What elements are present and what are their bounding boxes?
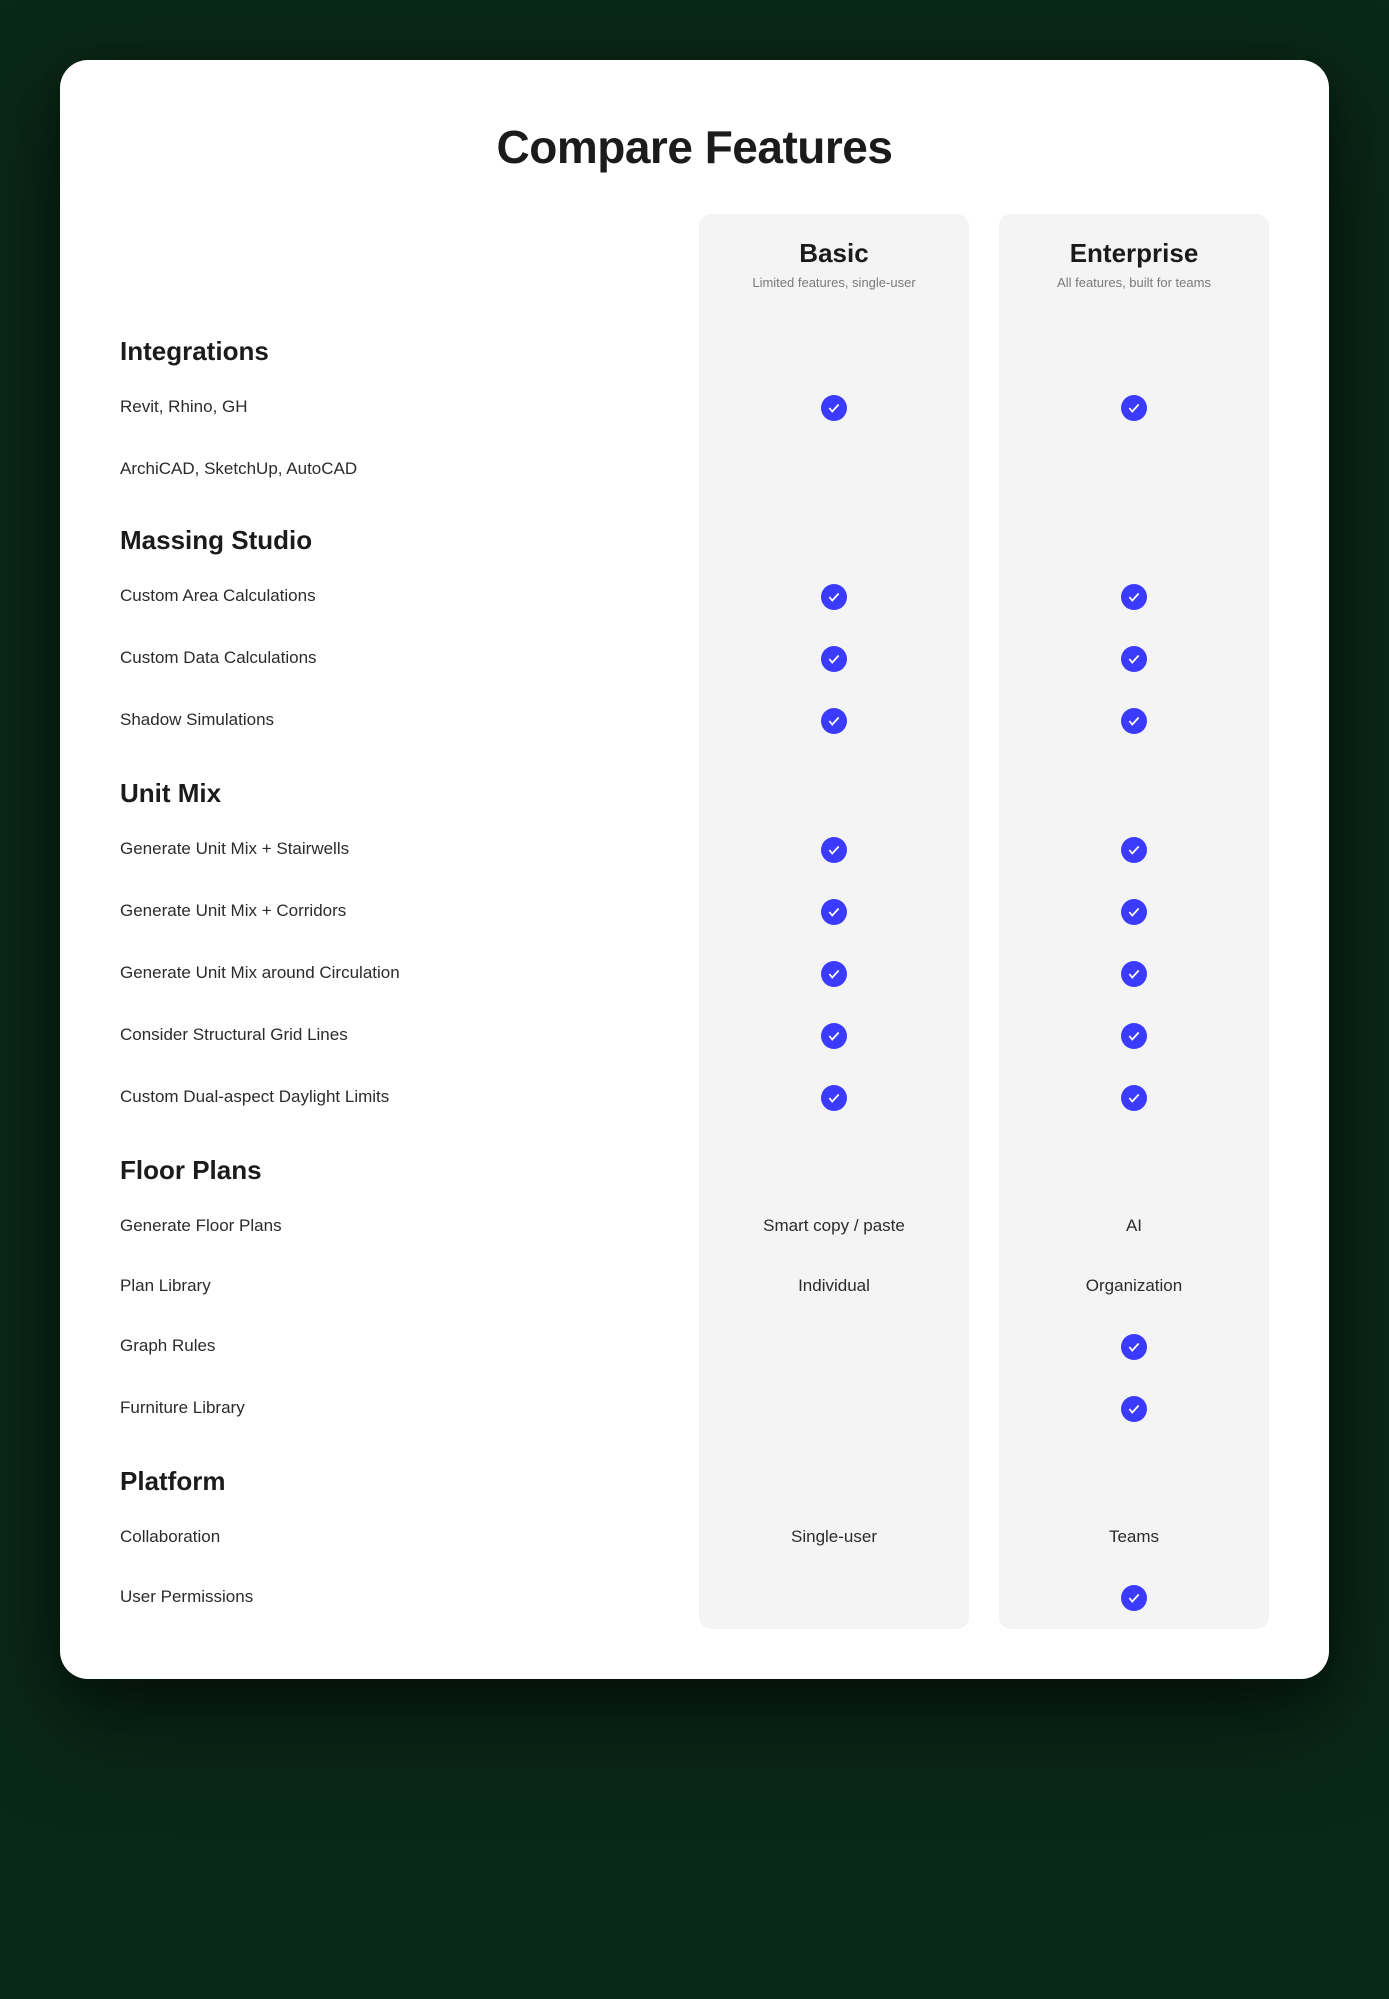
check-icon (1121, 1085, 1147, 1111)
feature-label: Custom Data Calculations (120, 628, 699, 688)
feature-cell-basic (699, 377, 969, 439)
plan-name-basic: Basic (709, 238, 959, 269)
feature-label: Generate Unit Mix + Stairwells (120, 819, 699, 879)
check-icon (1121, 1023, 1147, 1049)
feature-grid: Basic Limited features, single-user Enterp… (120, 214, 1269, 1629)
feature-cell-enterprise (999, 1316, 1269, 1378)
check-icon (821, 584, 847, 610)
page-title: Compare Features (120, 120, 1269, 174)
feature-cell-basic: Individual (699, 1256, 969, 1316)
check-icon (821, 961, 847, 987)
feature-label: Custom Dual-aspect Daylight Limits (120, 1067, 699, 1127)
feature-cell-enterprise (999, 1567, 1269, 1629)
feature-cell-basic (699, 943, 969, 1005)
feature-cell-basic (699, 1378, 969, 1438)
check-icon (821, 899, 847, 925)
feature-cell-basic (699, 819, 969, 881)
feature-cell-enterprise (999, 819, 1269, 881)
feature-cell-basic (699, 881, 969, 943)
plan-header-basic: Basic Limited features, single-user (699, 214, 969, 310)
feature-label: Revit, Rhino, GH (120, 377, 699, 437)
feature-cell-enterprise (999, 943, 1269, 1005)
feature-cell-enterprise: Organization (999, 1256, 1269, 1316)
check-icon (821, 708, 847, 734)
section-header: Integrations (120, 310, 699, 377)
check-icon (1121, 395, 1147, 421)
feature-cell-enterprise (999, 377, 1269, 439)
feature-label: Collaboration (120, 1507, 699, 1567)
feature-label: Generate Unit Mix around Circulation (120, 943, 699, 1003)
check-icon (1121, 899, 1147, 925)
feature-cell-enterprise (999, 881, 1269, 943)
feature-cell-enterprise (999, 690, 1269, 752)
feature-cell-enterprise (999, 439, 1269, 499)
feature-cell-basic (699, 690, 969, 752)
check-icon (821, 646, 847, 672)
feature-cell-enterprise (999, 1378, 1269, 1440)
feature-label: User Permissions (120, 1567, 699, 1627)
plan-sub-enterprise: All features, built for teams (1009, 275, 1259, 290)
feature-cell-basic (699, 1067, 969, 1129)
plan-name-enterprise: Enterprise (1009, 238, 1259, 269)
feature-cell-enterprise (999, 628, 1269, 690)
check-icon (1121, 646, 1147, 672)
feature-cell-enterprise (999, 1067, 1269, 1129)
feature-cell-basic (699, 566, 969, 628)
plan-header-enterprise: Enterprise All features, built for teams (999, 214, 1269, 310)
check-icon (1121, 1334, 1147, 1360)
feature-cell-basic (699, 1005, 969, 1067)
check-icon (1121, 584, 1147, 610)
section-header: Massing Studio (120, 499, 699, 566)
feature-cell-enterprise (999, 1005, 1269, 1067)
feature-cell-basic (699, 439, 969, 499)
feature-label: Plan Library (120, 1256, 699, 1316)
feature-cell-enterprise (999, 566, 1269, 628)
section-header: Floor Plans (120, 1129, 699, 1196)
feature-label: Generate Floor Plans (120, 1196, 699, 1256)
feature-cell-basic (699, 1567, 969, 1627)
feature-cell-basic: Single-user (699, 1507, 969, 1567)
feature-cell-enterprise: Teams (999, 1507, 1269, 1567)
feature-label: Furniture Library (120, 1378, 699, 1438)
section-header: Platform (120, 1440, 699, 1507)
feature-label: Generate Unit Mix + Corridors (120, 881, 699, 941)
feature-label: Consider Structural Grid Lines (120, 1005, 699, 1065)
plan-sub-basic: Limited features, single-user (709, 275, 959, 290)
feature-compare-card: Compare Features Basic Limited features, … (60, 60, 1329, 1679)
check-icon (1121, 1585, 1147, 1611)
feature-label: Shadow Simulations (120, 690, 699, 750)
check-icon (821, 395, 847, 421)
check-icon (1121, 708, 1147, 734)
feature-label: ArchiCAD, SketchUp, AutoCAD (120, 439, 699, 499)
check-icon (1121, 1396, 1147, 1422)
feature-label: Custom Area Calculations (120, 566, 699, 626)
check-icon (821, 1085, 847, 1111)
check-icon (1121, 961, 1147, 987)
check-icon (821, 1023, 847, 1049)
feature-cell-basic (699, 628, 969, 690)
check-icon (1121, 837, 1147, 863)
section-header: Unit Mix (120, 752, 699, 819)
feature-label: Graph Rules (120, 1316, 699, 1376)
feature-cell-basic (699, 1316, 969, 1376)
feature-cell-enterprise: AI (999, 1196, 1269, 1256)
feature-cell-basic: Smart copy / paste (699, 1196, 969, 1256)
check-icon (821, 837, 847, 863)
